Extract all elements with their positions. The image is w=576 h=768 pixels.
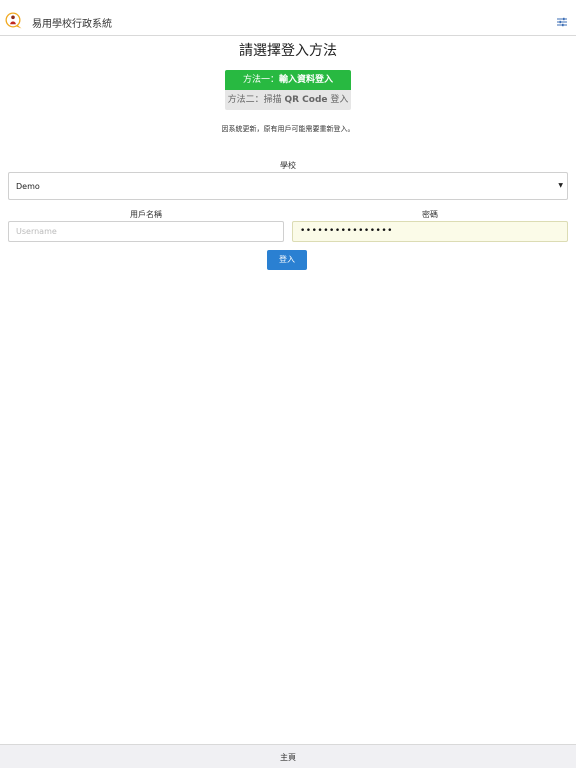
app-title: 易用學校行政系統 [32,19,112,30]
username-input[interactable]: Username [8,221,284,242]
method-label: 輸入資料登入 [279,75,334,85]
username-label: 用戶名稱 [130,210,162,219]
page-title: 請選擇登入方法 [239,43,337,59]
method-prefix: 方法一： [242,75,279,85]
home-link[interactable]: 主頁 [0,752,576,763]
school-select[interactable]: Demo ▼ [8,172,568,200]
dropdown-arrow-icon: ▼ [558,182,563,189]
login-page: 易用學校行政系統 請選擇登入方法 方法一：輸入資料登入 方法二：掃描 QR Co… [0,0,576,768]
top-bar: 易用學校行政系統 [0,0,576,36]
method-prefix: 方法二：掃描 [227,95,285,105]
login-button[interactable]: 登入 [267,250,307,270]
update-notice: 因系統更新，原有用戶可能需要重新登入。 [221,125,355,133]
school-label: 學校 [280,161,296,170]
sliders-icon[interactable] [557,17,567,27]
method-qr-label: QR Code [284,95,328,105]
password-label: 密碼 [422,210,438,219]
bottom-bar: 主頁 [0,744,576,768]
person-speech-bubble-icon[interactable] [5,12,23,30]
school-selected-value: Demo [16,182,40,191]
password-input[interactable]: •••••••••••••••• [292,221,568,242]
method-suffix: 登入 [327,95,349,105]
login-method-credentials-button[interactable]: 方法一：輸入資料登入 [225,70,351,90]
login-method-qr-button[interactable]: 方法二：掃描 QR Code 登入 [225,90,351,110]
